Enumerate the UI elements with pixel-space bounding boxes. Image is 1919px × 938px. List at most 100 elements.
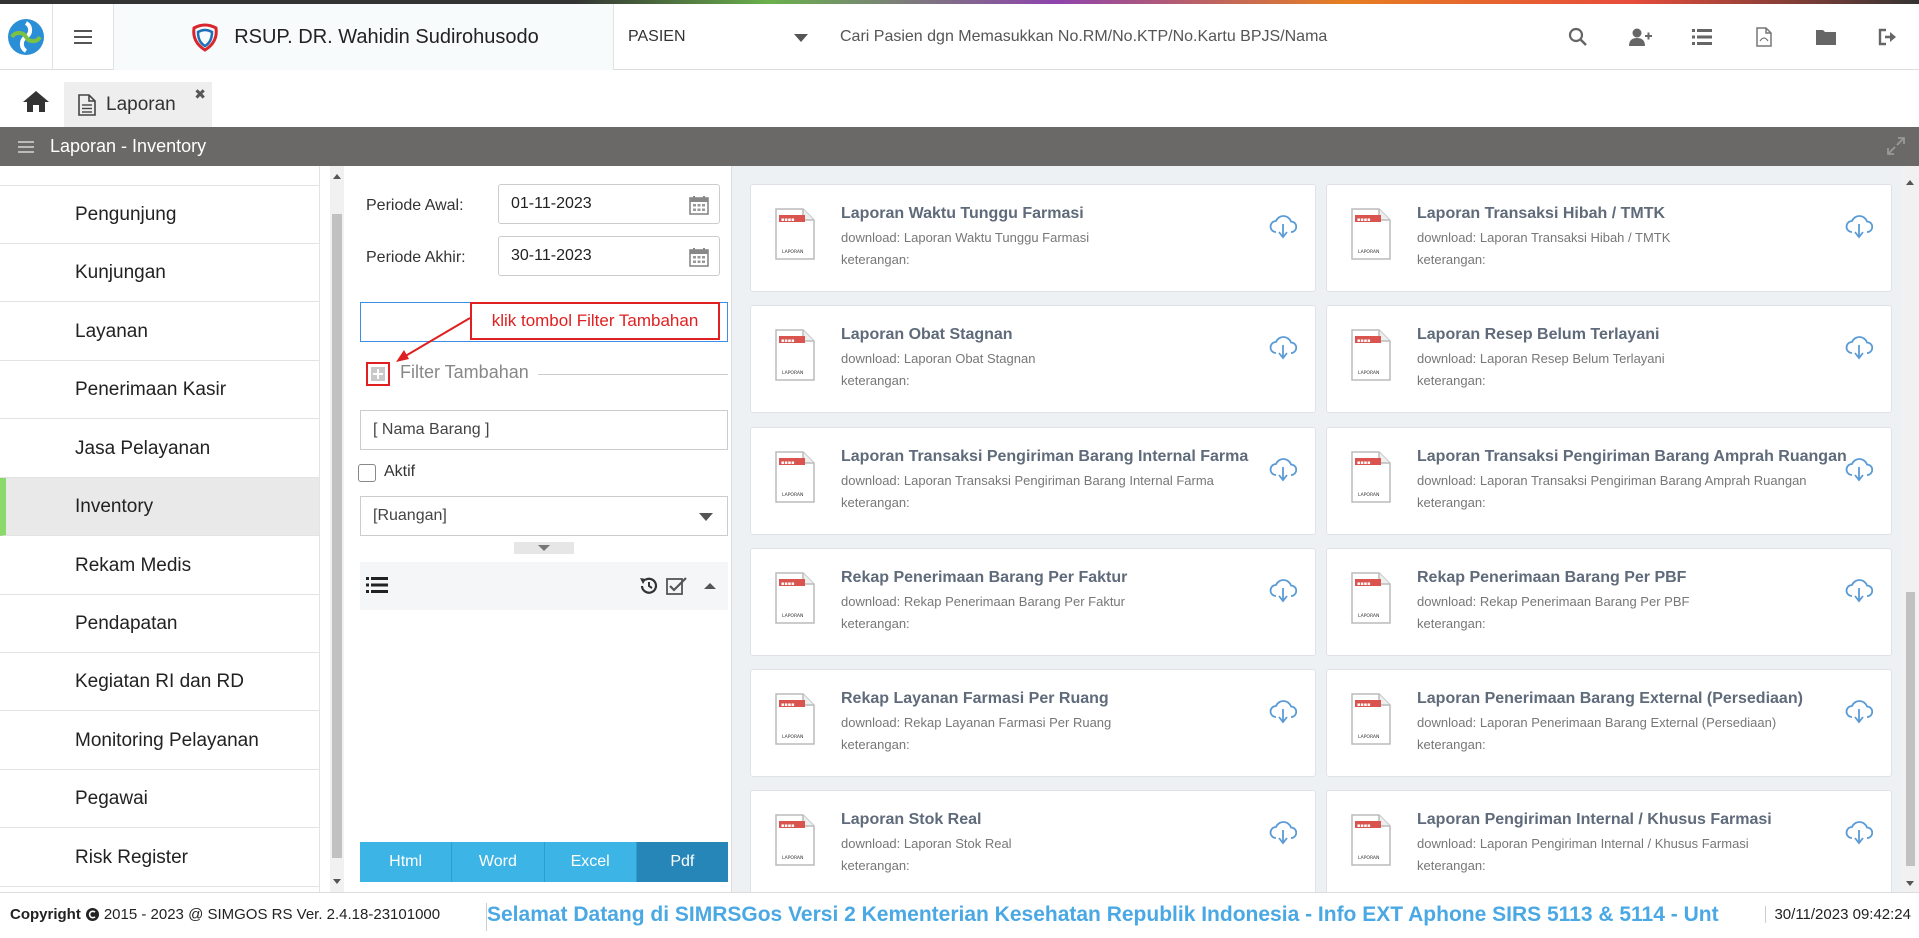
report-title[interactable]: Laporan Waktu Tunggu Farmasi (841, 205, 1084, 223)
add-patient-button[interactable] (1609, 4, 1671, 70)
svg-text:▪▪▪▪: ▪▪▪▪ (781, 217, 795, 223)
sidebar-item-pengunjung[interactable]: Pengunjung (0, 186, 319, 244)
report-title[interactable]: Laporan Transaksi Pengiriman Barang Inte… (841, 448, 1248, 466)
export-word-button[interactable]: Word (452, 842, 545, 882)
svg-text:▪▪▪▪: ▪▪▪▪ (1357, 823, 1371, 829)
export-pdf-button[interactable]: Pdf (636, 842, 728, 882)
home-icon (23, 91, 49, 112)
history-icon[interactable] (638, 575, 660, 597)
cloud-download-icon[interactable] (1269, 458, 1297, 482)
logout-button[interactable] (1857, 4, 1919, 70)
close-icon[interactable]: ✖ (194, 86, 206, 103)
sidebar-item-inventory[interactable]: Inventory (0, 478, 319, 536)
sidebar-item-monitoring-pelayanan[interactable]: Monitoring Pelayanan (0, 712, 319, 770)
scrollbar-thumb[interactable] (332, 214, 342, 858)
search-button[interactable] (1547, 4, 1609, 70)
report-card[interactable]: ▪▪▪▪ LAPORAN Laporan Resep Belum Terlayani… (1326, 305, 1892, 413)
report-title[interactable]: Laporan Transaksi Hibah / TMTK (1417, 205, 1665, 223)
sidebar-item-pendapatan[interactable]: Pendapatan (0, 595, 319, 653)
cloud-download-icon[interactable] (1845, 215, 1873, 239)
pdf-button[interactable] (1733, 4, 1795, 70)
sidebar-item-penerimaan-kasir[interactable]: Penerimaan Kasir (0, 361, 319, 419)
report-title[interactable]: Laporan Stok Real (841, 811, 981, 829)
cloud-download-icon[interactable] (1845, 458, 1873, 482)
cloud-download-icon[interactable] (1845, 336, 1873, 360)
report-title[interactable]: Laporan Obat Stagnan (841, 326, 1013, 344)
chevron-up-icon[interactable] (702, 580, 718, 592)
report-card[interactable]: ▪▪▪▪ LAPORAN Laporan Pengiriman Internal /… (1326, 790, 1892, 892)
export-html-button[interactable]: Html (360, 842, 453, 882)
scroll-down-icon[interactable] (1906, 881, 1914, 886)
folder-button[interactable] (1795, 4, 1857, 70)
check-square-icon[interactable] (666, 576, 688, 596)
sidebar-item-kegiatan-ri-rd[interactable]: Kegiatan RI dan RD (0, 653, 319, 711)
app-logo[interactable] (0, 4, 52, 70)
cloud-download-icon[interactable] (1269, 336, 1297, 360)
list-button[interactable] (1671, 4, 1733, 70)
report-title[interactable]: Laporan Penerimaan Barang External (Pers… (1417, 690, 1803, 708)
scroll-down-icon[interactable] (333, 879, 341, 884)
home-button[interactable] (14, 86, 58, 116)
scroll-up-icon[interactable] (333, 174, 341, 179)
tab-laporan[interactable]: Laporan ✖ (64, 82, 212, 127)
cloud-download-icon[interactable] (1845, 700, 1873, 724)
list-toolbar (360, 562, 728, 610)
svg-text:▪▪▪▪: ▪▪▪▪ (1357, 702, 1371, 708)
report-keterangan: keterangan: (1417, 373, 1486, 388)
report-card[interactable]: ▪▪▪▪ LAPORAN Rekap Penerimaan Barang Per P… (1326, 548, 1892, 656)
report-title[interactable]: Rekap Penerimaan Barang Per Faktur (841, 569, 1127, 587)
scroll-up-icon[interactable] (1906, 180, 1914, 185)
report-title[interactable]: Laporan Pengiriman Internal / Khusus Far… (1417, 811, 1772, 829)
menu-toggle-button[interactable] (52, 4, 114, 70)
sidebar-item-layanan[interactable]: Layanan (0, 303, 319, 361)
filter-panel: Periode Awal: 01-11-2023 Periode Akhir: … (320, 166, 732, 892)
hospital-brand: RSUP. DR. Wahidin Sudirohusodo (114, 4, 614, 70)
patient-type-select[interactable]: PASIEN (614, 4, 824, 70)
cloud-download-icon[interactable] (1269, 821, 1297, 845)
report-title[interactable]: Laporan Transaksi Pengiriman Barang Ampr… (1417, 448, 1847, 466)
filter-scrollbar[interactable] (330, 166, 344, 892)
ruangan-select[interactable]: [Ruangan] (360, 496, 728, 536)
report-scrollbar[interactable] (1902, 166, 1919, 892)
collapse-handle[interactable] (514, 542, 574, 554)
cloud-download-icon[interactable] (1269, 215, 1297, 239)
cloud-download-icon[interactable] (1269, 579, 1297, 603)
sidebar-item-pegawai[interactable]: Pegawai (0, 770, 319, 828)
scrollbar-thumb[interactable] (1906, 592, 1915, 866)
report-title[interactable]: Rekap Layanan Farmasi Per Ruang (841, 690, 1109, 708)
svg-text:▪▪▪▪: ▪▪▪▪ (781, 338, 795, 344)
report-card[interactable]: ▪▪▪▪ LAPORAN Rekap Layanan Farmasi Per Rua… (750, 669, 1316, 777)
sidebar-item-jasa-pelayanan[interactable]: Jasa Pelayanan (0, 420, 319, 478)
calendar-icon[interactable] (689, 247, 709, 267)
sidebar-item-risk-register[interactable]: Risk Register (0, 829, 319, 887)
periode-awal-input[interactable]: 01-11-2023 (498, 184, 720, 224)
report-card[interactable]: ▪▪▪▪ LAPORAN Laporan Waktu Tunggu Farmasi d… (750, 184, 1316, 292)
cloud-download-icon[interactable] (1845, 821, 1873, 845)
report-card[interactable]: ▪▪▪▪ LAPORAN Rekap Penerimaan Barang Per F… (750, 548, 1316, 656)
report-card[interactable]: ▪▪▪▪ LAPORAN Laporan Transaksi Hibah / TMT… (1326, 184, 1892, 292)
list-icon[interactable] (366, 576, 388, 594)
cloud-download-icon[interactable] (1269, 700, 1297, 724)
patient-search-input[interactable]: Cari Pasien dgn Memasukkan No.RM/No.KTP/… (840, 4, 1327, 70)
svg-text:LAPORAN: LAPORAN (1358, 855, 1379, 861)
sidebar-item-kunjungan[interactable]: Kunjungan (0, 244, 319, 302)
report-title[interactable]: Laporan Resep Belum Terlayani (1417, 326, 1659, 344)
report-title[interactable]: Rekap Penerimaan Barang Per PBF (1417, 569, 1686, 587)
report-card[interactable]: ▪▪▪▪ LAPORAN Laporan Transaksi Pengiriman … (1326, 427, 1892, 535)
report-keterangan: keterangan: (1417, 858, 1486, 873)
aktif-checkbox[interactable] (358, 464, 376, 482)
export-excel-button[interactable]: Excel (544, 842, 637, 882)
sidebar-item-rekam-medis[interactable]: Rekam Medis (0, 537, 319, 595)
periode-akhir-input[interactable]: 30-11-2023 (498, 236, 720, 276)
nama-barang-input[interactable]: [ Nama Barang ] (360, 410, 728, 450)
hamburger-icon[interactable] (18, 140, 34, 154)
report-card[interactable]: ▪▪▪▪ LAPORAN Laporan Obat Stagnan download:… (750, 305, 1316, 413)
report-card[interactable]: ▪▪▪▪ LAPORAN Laporan Stok Real download: La… (750, 790, 1316, 892)
cloud-download-icon[interactable] (1845, 579, 1873, 603)
report-card[interactable]: ▪▪▪▪ LAPORAN Laporan Penerimaan Barang Ext… (1326, 669, 1892, 777)
expand-icon[interactable] (1887, 137, 1905, 155)
calendar-icon[interactable] (689, 195, 709, 215)
report-list: ▪▪▪▪ LAPORAN Laporan Waktu Tunggu Farmasi d… (732, 166, 1919, 892)
report-card[interactable]: ▪▪▪▪ LAPORAN Laporan Transaksi Pengiriman … (750, 427, 1316, 535)
sidebar-item-hidden[interactable] (0, 166, 319, 186)
